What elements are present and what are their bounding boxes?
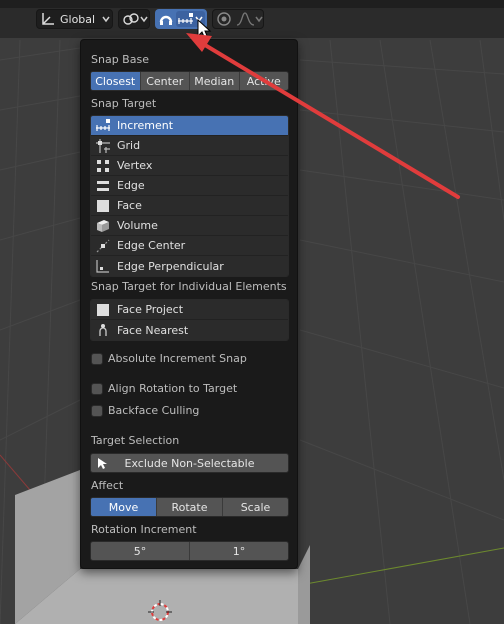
annotation-arrow bbox=[186, 33, 460, 199]
